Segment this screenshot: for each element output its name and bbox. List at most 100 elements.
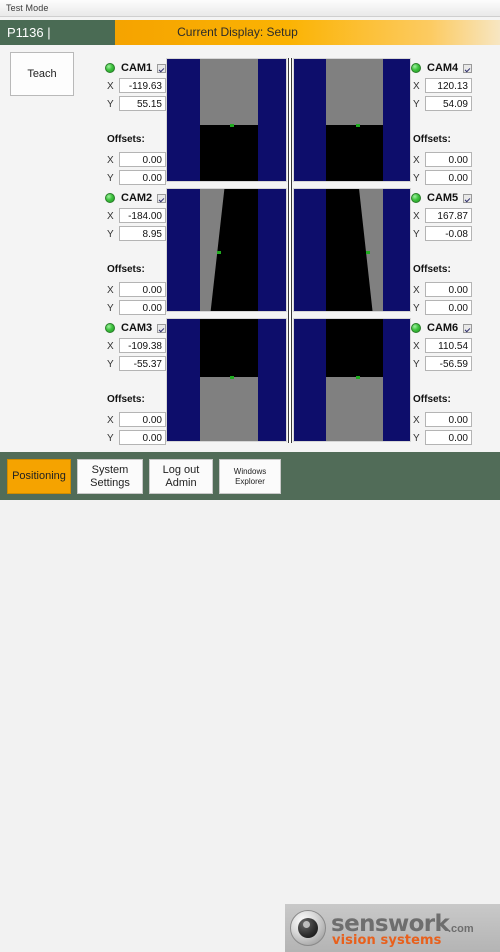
camera-y-value[interactable]: 55.15 — [119, 96, 166, 111]
offsets-heading-row: Offsets: — [105, 134, 171, 150]
edge-marker-icon — [366, 251, 370, 254]
y-label: Y — [413, 229, 420, 240]
camera-header-cam5: CAM5 — [411, 192, 477, 206]
offset-y-label: Y — [107, 433, 114, 444]
offset-y-value[interactable]: 0.00 — [119, 430, 166, 445]
camera-enable-checkbox[interactable] — [463, 324, 472, 333]
camera-image-cam6[interactable] — [293, 318, 411, 442]
camera-y-row: Y 55.15 — [105, 96, 171, 112]
offset-y-label: Y — [413, 173, 420, 184]
x-label: X — [107, 341, 114, 352]
column-divider — [288, 58, 292, 443]
image-region-upper — [200, 319, 258, 377]
image-region-lower — [200, 377, 258, 441]
offset-x-value[interactable]: 0.00 — [425, 152, 472, 167]
offset-x-value[interactable]: 0.00 — [425, 282, 472, 297]
status-led-icon — [411, 323, 421, 333]
offsets-heading-row: Offsets: — [105, 264, 171, 280]
offset-x-label: X — [413, 415, 420, 426]
offset-y-row: Y 0.00 — [105, 300, 171, 316]
camera-image-cam1[interactable] — [166, 58, 287, 182]
camera-x-row: X 110.54 — [411, 338, 477, 354]
camera-panel-cam5: CAM5 X 167.87 Y -0.08 Offsets: X 0.00 Y 0.00 — [411, 192, 477, 316]
camera-header-cam6: CAM6 — [411, 322, 477, 336]
camera-y-value[interactable]: 8.95 — [119, 226, 166, 241]
offset-x-row: X 0.00 — [411, 282, 477, 298]
camera-image-cam4[interactable] — [293, 58, 411, 182]
offset-y-row: Y 0.00 — [105, 170, 171, 186]
senswork-logo: senswork .com vision systems — [285, 904, 500, 952]
status-led-icon — [105, 193, 115, 203]
offset-x-row: X 0.00 — [411, 152, 477, 168]
offsets-label: Offsets: — [413, 134, 451, 145]
offset-y-row: Y 0.00 — [411, 170, 477, 186]
camera-header-cam4: CAM4 — [411, 62, 477, 76]
x-label: X — [413, 211, 420, 222]
offsets-label: Offsets: — [413, 264, 451, 275]
offsets-label: Offsets: — [107, 394, 145, 405]
camera-y-value[interactable]: -56.59 — [425, 356, 472, 371]
y-label: Y — [107, 359, 114, 370]
offsets-heading-row: Offsets: — [411, 264, 477, 280]
camera-image-cam5[interactable] — [293, 188, 411, 312]
part-id-panel: P1136 | — [0, 20, 115, 45]
camera-name-label: CAM3 — [121, 322, 153, 334]
camera-y-value[interactable]: -0.08 — [425, 226, 472, 241]
offset-y-value[interactable]: 0.00 — [425, 430, 472, 445]
windows-explorer-button[interactable]: Windows Explorer — [219, 459, 281, 494]
positioning-button[interactable]: Positioning — [7, 459, 71, 494]
camera-panel-cam3: CAM3 X -109.38 Y -55.37 Offsets: X 0.00 Y 0.00 — [105, 322, 171, 446]
camera-x-value[interactable]: -109.38 — [119, 338, 166, 353]
offset-x-row: X 0.00 — [105, 412, 171, 428]
offset-x-value[interactable]: 0.00 — [425, 412, 472, 427]
camera-x-value[interactable]: 110.54 — [425, 338, 472, 353]
system-settings-button[interactable]: System Settings — [77, 459, 143, 494]
camera-y-row: Y -0.08 — [411, 226, 477, 242]
camera-enable-checkbox[interactable] — [157, 64, 166, 73]
teach-button[interactable]: Teach — [10, 52, 74, 96]
camera-enable-checkbox[interactable] — [463, 64, 472, 73]
x-label: X — [107, 81, 114, 92]
camera-enable-checkbox[interactable] — [463, 194, 472, 203]
camera-y-value[interactable]: -55.37 — [119, 356, 166, 371]
header-band: P1136 | Current Display: Setup — [0, 20, 500, 45]
offset-y-value[interactable]: 0.00 — [119, 300, 166, 315]
title-bar: Test Mode — [0, 0, 500, 17]
x-label: X — [413, 341, 420, 352]
offset-x-label: X — [107, 155, 114, 166]
image-region-lower — [200, 125, 258, 181]
camera-x-value[interactable]: -184.00 — [119, 208, 166, 223]
offset-y-label: Y — [413, 433, 420, 444]
offset-y-value[interactable]: 0.00 — [119, 170, 166, 185]
camera-lens-icon — [290, 910, 326, 946]
camera-enable-checkbox[interactable] — [157, 194, 166, 203]
camera-x-value[interactable]: 167.87 — [425, 208, 472, 223]
camera-y-row: Y -55.37 — [105, 356, 171, 372]
y-label: Y — [107, 229, 114, 240]
offset-x-label: X — [107, 285, 114, 296]
y-label: Y — [107, 99, 114, 110]
offset-x-value[interactable]: 0.00 — [119, 282, 166, 297]
logo-dotcom: .com — [448, 923, 474, 935]
camera-image-cam3[interactable] — [166, 318, 287, 442]
log-out-admin-button[interactable]: Log out Admin — [149, 459, 213, 494]
status-led-icon — [105, 63, 115, 73]
offset-x-value[interactable]: 0.00 — [119, 412, 166, 427]
offsets-heading-row: Offsets: — [105, 394, 171, 410]
camera-y-value[interactable]: 54.09 — [425, 96, 472, 111]
camera-x-value[interactable]: -119.63 — [119, 78, 166, 93]
edge-marker-icon — [356, 124, 360, 127]
camera-enable-checkbox[interactable] — [157, 324, 166, 333]
offset-y-label: Y — [107, 173, 114, 184]
camera-x-row: X 167.87 — [411, 208, 477, 224]
camera-x-row: X 120.13 — [411, 78, 477, 94]
camera-image-cam2[interactable] — [166, 188, 287, 312]
offset-x-value[interactable]: 0.00 — [119, 152, 166, 167]
offset-y-value[interactable]: 0.00 — [425, 300, 472, 315]
camera-panel-cam6: CAM6 X 110.54 Y -56.59 Offsets: X 0.00 Y 0.00 — [411, 322, 477, 446]
offsets-label: Offsets: — [413, 394, 451, 405]
camera-x-value[interactable]: 120.13 — [425, 78, 472, 93]
image-region-lower — [326, 125, 383, 181]
camera-header-cam1: CAM1 — [105, 62, 171, 76]
offset-y-value[interactable]: 0.00 — [425, 170, 472, 185]
